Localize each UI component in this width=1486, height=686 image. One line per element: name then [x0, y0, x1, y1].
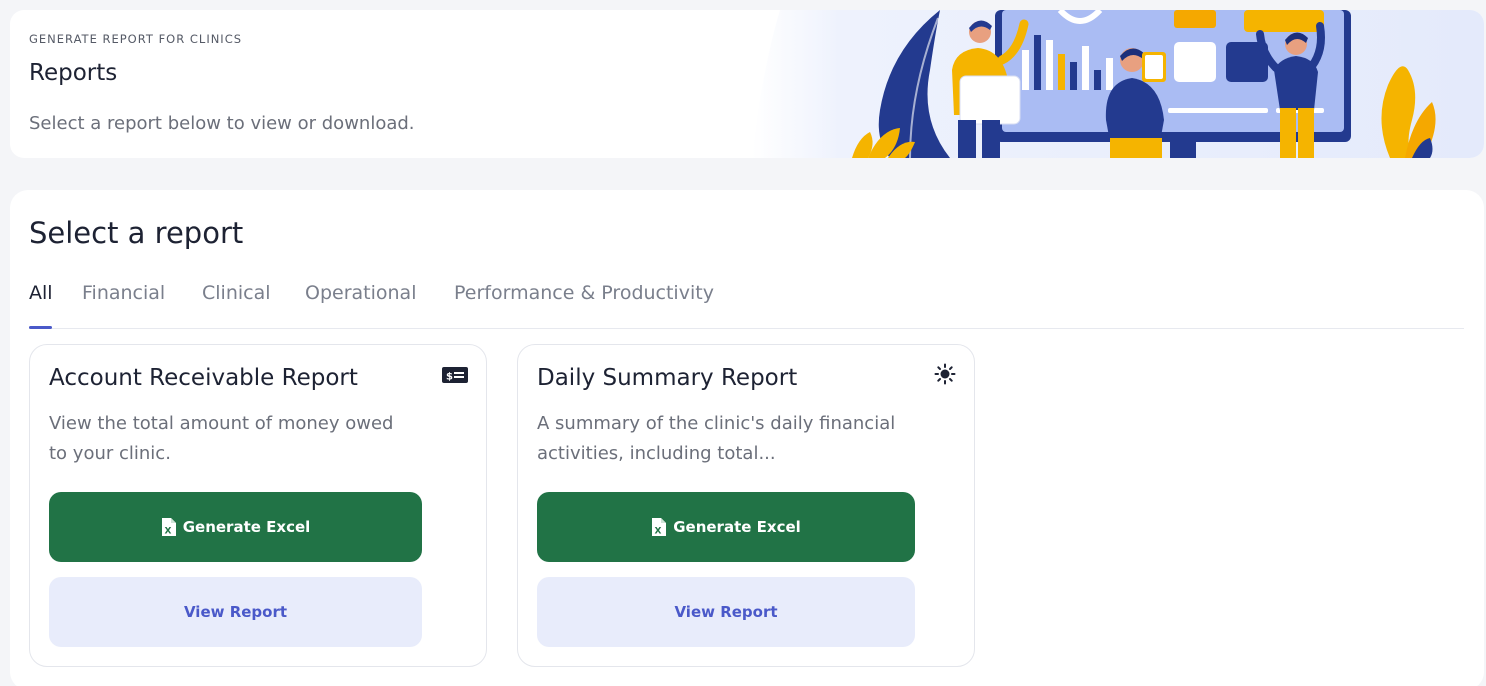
- page-title: Reports: [29, 60, 118, 86]
- page-header: GENERATE REPORT FOR CLINICS Reports Sele…: [10, 10, 1484, 158]
- tab-operational[interactable]: Operational: [305, 282, 416, 304]
- money-bill-icon: $: [442, 367, 468, 383]
- view-report-button[interactable]: View Report: [537, 577, 915, 647]
- sun-icon: [934, 363, 956, 385]
- page-subtitle: Select a report below to view or downloa…: [29, 113, 415, 134]
- generate-excel-button[interactable]: X Generate Excel: [49, 492, 422, 562]
- svg-text:X: X: [655, 527, 662, 537]
- tab-label: All: [29, 282, 53, 304]
- report-category-tabs: All Financial Clinical Operational Perfo…: [29, 270, 1464, 329]
- svg-text:$: $: [446, 372, 453, 383]
- button-label: Generate Excel: [673, 518, 801, 536]
- report-description: View the total amount of money owed to y…: [49, 413, 394, 464]
- report-title: Daily Summary Report: [537, 365, 798, 391]
- tab-label: Financial: [82, 282, 166, 304]
- reports-illustration: [752, 10, 1484, 158]
- tab-label: Performance & Productivity: [454, 282, 714, 304]
- tab-label: Operational: [305, 282, 417, 304]
- tab-all[interactable]: All: [29, 282, 53, 304]
- report-selection-panel: Select a report All Financial Clinical O…: [10, 190, 1484, 686]
- report-card-account-receivable: Account Receivable Report $ View the tot…: [29, 344, 487, 667]
- tab-clinical[interactable]: Clinical: [202, 282, 271, 304]
- tab-label: Clinical: [202, 282, 271, 304]
- button-label: View Report: [674, 603, 778, 621]
- report-title: Account Receivable Report: [49, 365, 358, 391]
- button-label: View Report: [183, 603, 288, 621]
- excel-file-icon: X: [161, 518, 176, 537]
- view-report-button[interactable]: View Report: [49, 577, 422, 647]
- header-eyebrow: GENERATE REPORT FOR CLINICS: [29, 32, 243, 46]
- report-card-daily-summary: Daily Summary Report A summary of the cl…: [517, 344, 975, 667]
- section-title: Select a report: [29, 216, 244, 250]
- excel-file-icon: X: [652, 518, 667, 537]
- tab-performance-productivity[interactable]: Performance & Productivity: [454, 282, 714, 304]
- generate-excel-button[interactable]: X Generate Excel: [537, 492, 915, 562]
- tab-financial[interactable]: Financial: [82, 282, 165, 304]
- button-label: Generate Excel: [182, 518, 311, 536]
- svg-text:X: X: [164, 527, 171, 537]
- active-tab-indicator: [29, 326, 52, 329]
- report-description: A summary of the clinic's daily financia…: [537, 413, 896, 464]
